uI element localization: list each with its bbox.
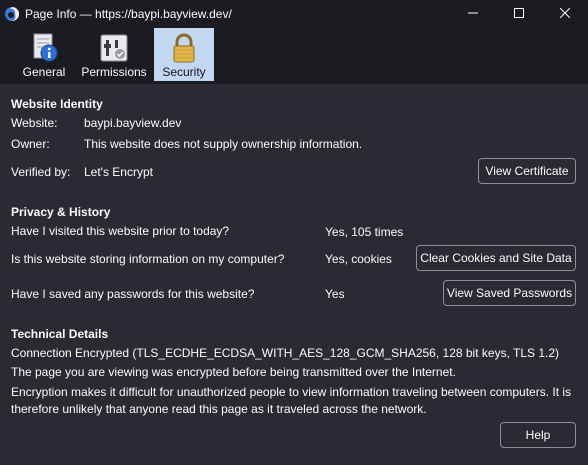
verified-by-value: Let's Encrypt — [84, 165, 153, 179]
padlock-icon — [168, 32, 200, 64]
tab-permissions-label: Permissions — [81, 65, 147, 79]
visited-question: Have I visited this website prior to tod… — [11, 224, 230, 238]
connection-details: Connection Encrypted (TLS_ECDHE_ECDSA_WI… — [11, 346, 560, 360]
storing-answer: Yes, cookies — [325, 252, 392, 266]
info-page-icon — [28, 32, 60, 64]
maximize-icon — [514, 7, 524, 21]
permissions-switches-icon — [98, 32, 130, 64]
technical-details-heading: Technical Details — [11, 327, 109, 341]
help-button[interactable]: Help — [500, 422, 576, 448]
website-label: Website: — [11, 116, 58, 130]
website-identity-heading: Website Identity — [11, 97, 103, 111]
privacy-history-heading: Privacy & History — [11, 205, 111, 219]
view-saved-passwords-button[interactable]: View Saved Passwords — [443, 280, 576, 306]
window-title: Page Info — https://baypi.bayview.dev/ — [25, 7, 232, 21]
tab-permissions[interactable]: Permissions — [78, 28, 150, 81]
tab-general[interactable]: General — [16, 28, 72, 81]
maximize-button[interactable] — [496, 0, 542, 28]
minimize-button[interactable] — [450, 0, 496, 28]
firefox-icon — [4, 6, 20, 22]
storing-question: Is this website storing information on m… — [11, 252, 285, 266]
close-button[interactable] — [542, 0, 588, 28]
minimize-icon — [468, 7, 478, 21]
visited-answer: Yes, 105 times — [325, 225, 404, 239]
website-value: baypi.bayview.dev — [84, 116, 182, 130]
clear-cookies-button[interactable]: Clear Cookies and Site Data — [416, 245, 576, 271]
view-certificate-button[interactable]: View Certificate — [478, 158, 576, 184]
page-info-toolbar: General Permissions Security — [0, 28, 588, 84]
passwords-question: Have I saved any passwords for this webs… — [11, 287, 255, 301]
tab-security-label: Security — [162, 65, 206, 79]
security-panel: Website Identity Website: baypi.bayview.… — [0, 84, 588, 465]
verified-by-label: Verified by: — [11, 165, 71, 179]
owner-value: This website does not supply ownership i… — [84, 137, 363, 151]
title-bar: Page Info — https://baypi.bayview.dev/ — [0, 0, 588, 28]
encrypted-note: The page you are viewing was encrypted b… — [11, 365, 456, 379]
owner-label: Owner: — [11, 137, 50, 151]
tab-security[interactable]: Security — [154, 28, 214, 81]
encryption-explanation: Encryption makes it difficult for unauth… — [11, 385, 572, 416]
passwords-answer: Yes — [325, 287, 345, 301]
tab-general-label: General — [22, 65, 66, 79]
close-icon — [559, 7, 571, 21]
